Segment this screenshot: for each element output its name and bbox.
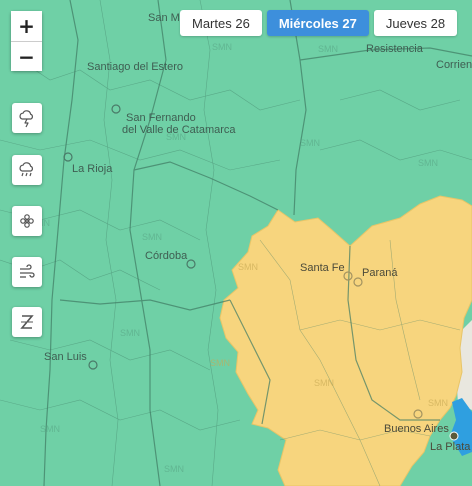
city-label-santiago-del-estero: Santiago del Estero [87, 61, 183, 73]
watermark: SMN [314, 378, 334, 388]
watermark: SMN [428, 398, 448, 408]
watermark: SMN [238, 262, 258, 272]
city-label-catamarca: del Valle de Catamarca [122, 124, 236, 136]
wind-filter-button[interactable] [12, 257, 42, 287]
city-label-san-miguel: San M [148, 12, 180, 24]
la-plata-marker [449, 431, 459, 441]
watermark: SMN [40, 424, 60, 434]
city-label-buenos-aires: Buenos Aires [384, 423, 449, 435]
wind-icon [20, 264, 35, 278]
tab-martes-26[interactable]: Martes 26 [180, 10, 262, 36]
city-label-parana: Paraná [362, 267, 398, 279]
zonda-filter-button[interactable] [12, 307, 42, 337]
city-label-corrientes: Corrien [436, 59, 472, 71]
city-label-resistencia: Resistencia [366, 43, 424, 55]
watermark: SMN [300, 138, 320, 148]
watermark: SMN [418, 158, 438, 168]
snow-filter-button[interactable] [12, 206, 42, 236]
watermark: SMN [142, 232, 162, 242]
storm-filter-button[interactable] [12, 103, 42, 133]
zoom-out-button[interactable]: − [11, 41, 42, 71]
tab-miercoles-27[interactable]: Miércoles 27 [266, 10, 369, 36]
rain-icon [19, 162, 33, 177]
city-label-san-luis: San Luis [44, 351, 87, 363]
watermark: SMN [164, 464, 184, 474]
city-label-santa-fe: Santa Fe [300, 262, 345, 274]
rain-filter-button[interactable] [12, 155, 42, 185]
weather-alert-map[interactable]: SMN SMN SMN SMN SMN SMN SMN SMN SMN SMN … [0, 0, 472, 486]
city-label-la-rioja: La Rioja [72, 163, 113, 175]
city-label-san-fernando: San Fernando [126, 112, 196, 124]
watermark: SMN [210, 358, 230, 368]
day-selector: Martes 26 Miércoles 27 Jueves 28 [180, 10, 458, 36]
city-label-la-plata: La Plata [430, 441, 471, 453]
watermark: SMN [212, 42, 232, 52]
tab-jueves-28[interactable]: Jueves 28 [373, 10, 458, 36]
snow-icon [20, 214, 34, 228]
storm-icon [19, 110, 33, 128]
zoom-control: + − [11, 11, 42, 71]
zonda-icon [20, 315, 34, 329]
zoom-in-button[interactable]: + [11, 11, 42, 41]
watermark: SMN [318, 44, 338, 54]
watermark: SMN [120, 328, 140, 338]
city-label-cordoba: Córdoba [145, 250, 188, 262]
